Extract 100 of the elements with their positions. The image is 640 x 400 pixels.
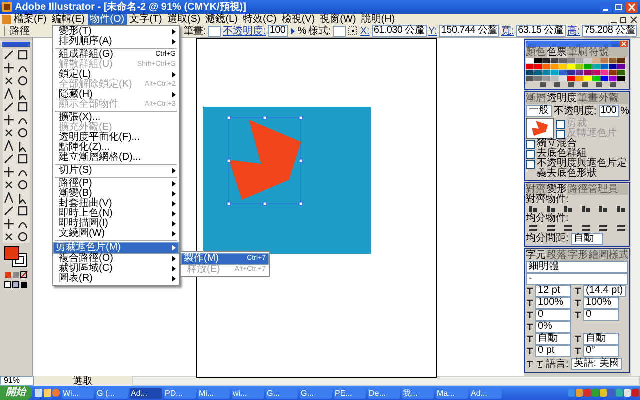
type-setting-field[interactable]: 0° xyxy=(583,345,619,357)
language-dropdown[interactable]: 英語: 美國 xyxy=(570,358,622,370)
taskbar-button[interactable]: Mi... xyxy=(198,388,230,398)
menu-item[interactable]: 切片(S) xyxy=(53,166,179,176)
close-icon[interactable] xyxy=(630,16,638,24)
minimize-icon[interactable] xyxy=(600,2,612,12)
type-setting-field[interactable]: 100% xyxy=(583,297,619,309)
opacity-link[interactable]: 不透明度: xyxy=(223,24,266,38)
menu-item[interactable]: 剪裁遮色片(M) xyxy=(53,242,179,254)
tool-icon[interactable] xyxy=(2,49,14,61)
panel-tab[interactable]: 字元 xyxy=(526,250,546,261)
menu-item[interactable]: 視窗(W) xyxy=(318,14,358,25)
menu-item[interactable]: 圖表(R) xyxy=(53,274,179,284)
tool-icon[interactable] xyxy=(16,231,28,243)
spacing-dropdown[interactable]: 自動 xyxy=(570,233,603,245)
tool-icon[interactable] xyxy=(16,88,28,100)
type-setting-field[interactable]: 自動 xyxy=(583,333,619,345)
panel-tab[interactable]: 色票 xyxy=(547,47,567,58)
align-icon[interactable] xyxy=(528,206,538,213)
panel-tab[interactable]: 透明度 xyxy=(547,93,577,104)
align-icon[interactable] xyxy=(546,206,556,213)
start-button[interactable]: 開始 xyxy=(0,386,32,400)
coordinate-field[interactable]: 63.15 公釐 xyxy=(516,25,566,37)
type-setting-field[interactable]: 100% xyxy=(535,297,571,309)
restore-icon[interactable] xyxy=(613,2,625,12)
tool-icon[interactable] xyxy=(2,231,14,243)
restore-icon[interactable] xyxy=(620,16,628,24)
taskbar-button[interactable]: G... xyxy=(266,388,298,398)
opacity-field[interactable]: 100 xyxy=(268,25,288,37)
tool-icon[interactable] xyxy=(2,179,14,191)
menu-item[interactable]: 點陣化(Z)... xyxy=(53,143,179,153)
checkbox[interactable]: 獨立混合 xyxy=(526,139,628,149)
taskbar-button[interactable]: De... xyxy=(368,388,400,398)
opacity-field[interactable]: 100 xyxy=(598,105,619,117)
tool-icon[interactable] xyxy=(16,140,28,152)
checkbox[interactable]: 去底色群組 xyxy=(526,149,628,159)
coordinate-field[interactable]: 75.208 公釐 xyxy=(582,25,637,37)
taskbar-button[interactable]: 我... xyxy=(402,388,434,398)
tool-icon[interactable] xyxy=(2,62,14,74)
font-dropdown[interactable]: 細明體 xyxy=(526,261,628,273)
menu-item[interactable]: 編輯(E) xyxy=(50,14,88,25)
menu-item[interactable]: 檔案(F) xyxy=(12,14,49,25)
tool-icon[interactable] xyxy=(16,179,28,191)
distribute-icon[interactable] xyxy=(580,225,591,232)
panel-tab[interactable]: 繪圖樣式 xyxy=(589,250,629,261)
taskbar-button[interactable]: Wi... xyxy=(62,388,94,398)
tool-icon[interactable] xyxy=(16,205,28,217)
coordinate-label[interactable]: X: xyxy=(360,26,370,36)
coordinate-label[interactable]: Y: xyxy=(428,26,438,36)
text-style-icon[interactable] xyxy=(536,360,544,368)
type-setting-field[interactable]: (14.4 pt) xyxy=(583,285,626,297)
panel-tab[interactable]: 對齊 xyxy=(526,184,546,195)
menu-item[interactable]: 排列順序(A) xyxy=(53,37,179,47)
menu-item[interactable]: 透明度平面化(F)... xyxy=(53,133,179,143)
type-setting-field[interactable]: 0 pt xyxy=(535,345,571,357)
tool-icon[interactable] xyxy=(16,49,28,61)
taskbar-button[interactable]: G (... xyxy=(96,388,128,398)
tool-icon[interactable] xyxy=(2,205,14,217)
distribute-icon[interactable] xyxy=(546,225,556,232)
tool-icon[interactable] xyxy=(2,153,14,165)
checkbox[interactable]: 不透明度與遮色片定義去底色形狀 xyxy=(526,159,628,179)
panel-tab[interactable]: 漸層 xyxy=(526,93,546,104)
arrow-icon[interactable] xyxy=(290,26,296,36)
taskbar-button[interactable]: wi... xyxy=(232,388,264,398)
zoom-dropdown[interactable]: 91% xyxy=(0,376,34,386)
tool-icon[interactable] xyxy=(2,192,14,204)
tool-icon[interactable] xyxy=(2,127,14,139)
menu-item[interactable]: 路徑(P) xyxy=(53,179,179,189)
panel-tab[interactable]: 字形 xyxy=(568,250,588,261)
panel-tab[interactable]: 段落 xyxy=(547,250,567,261)
tool-icon[interactable] xyxy=(2,88,14,100)
horizontal-scrollbar[interactable] xyxy=(132,376,640,386)
distribute-icon[interactable] xyxy=(528,225,538,232)
menu-item[interactable]: 檢視(V) xyxy=(280,14,318,25)
taskbar-button[interactable]: Ad... xyxy=(130,388,162,398)
tool-icon[interactable] xyxy=(2,166,14,178)
tool-icon[interactable] xyxy=(2,218,14,230)
taskbar-button[interactable]: Ad... xyxy=(470,388,502,398)
coordinate-label[interactable]: 高: xyxy=(568,24,580,38)
fill-stroke-icon[interactable] xyxy=(3,245,29,269)
panel-tab[interactable]: 筆刷 xyxy=(568,47,588,58)
menu-item[interactable]: 漸變(B) xyxy=(53,189,179,199)
align-icon[interactable] xyxy=(563,206,574,213)
font-style-dropdown[interactable]: - xyxy=(526,273,628,285)
taskbar-button[interactable]: PD... xyxy=(164,388,196,398)
menu-item[interactable]: 複合路徑(O) xyxy=(53,254,179,264)
menu-item[interactable]: 即時描圖(I) xyxy=(53,219,179,229)
stroke-dropdown[interactable] xyxy=(208,26,222,36)
distribute-icon[interactable] xyxy=(563,225,574,232)
panel-tab[interactable]: 筆畫 xyxy=(578,93,598,104)
menu-item[interactable]: 鎖定(L) xyxy=(53,70,179,80)
menu-item[interactable]: 濾鏡(L) xyxy=(204,14,240,25)
tool-icon[interactable] xyxy=(2,114,14,126)
swatch-grid[interactable] xyxy=(526,58,626,82)
menu-item[interactable]: 裁切區域(C) xyxy=(53,264,179,274)
coordinate-field[interactable]: 61.030 公釐 xyxy=(372,25,427,37)
tool-icon[interactable] xyxy=(2,101,14,113)
align-icon[interactable] xyxy=(598,206,608,213)
type-setting-field[interactable]: 0% xyxy=(535,321,571,333)
menu-item[interactable]: 即時上色(N) xyxy=(53,209,179,219)
